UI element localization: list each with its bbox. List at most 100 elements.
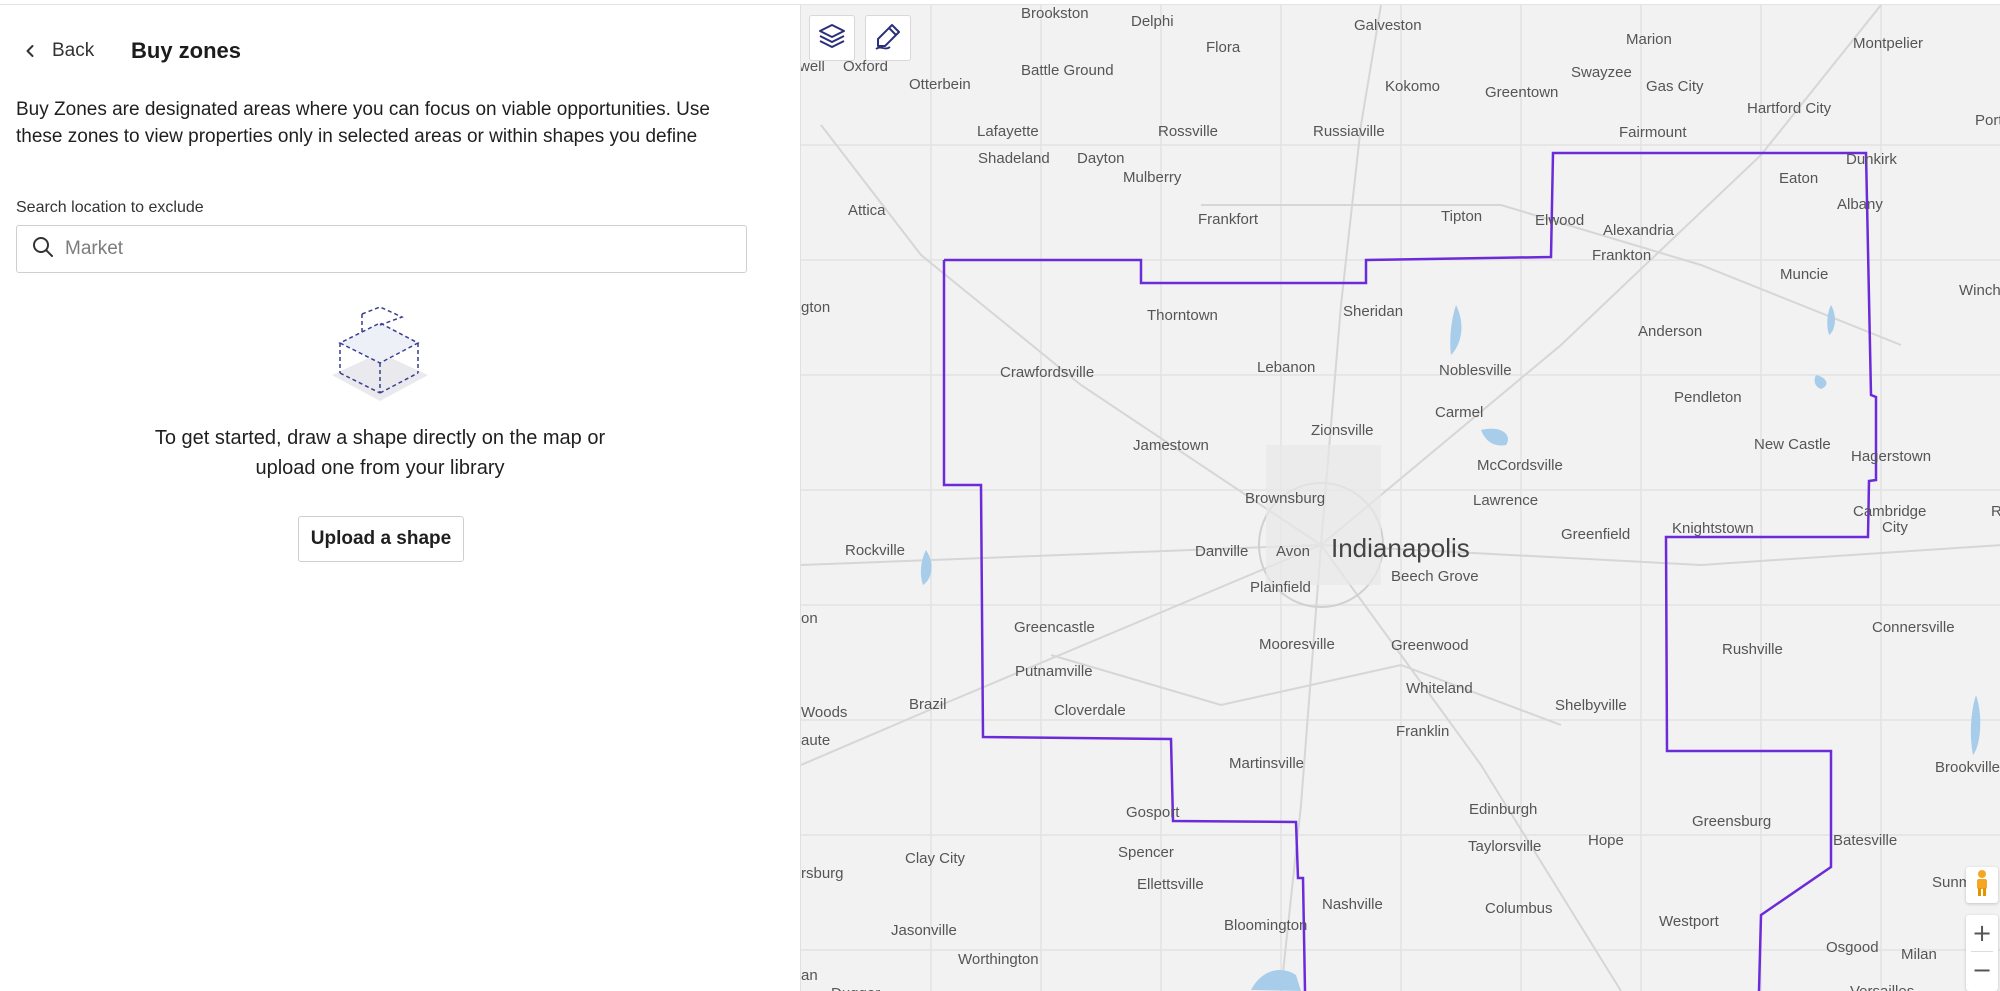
map-city-label: Dunkirk xyxy=(1846,151,1897,168)
map-city-label: Dugger xyxy=(831,985,880,991)
zoom-out-button[interactable]: − xyxy=(1966,952,1998,988)
map-city-label: Spencer xyxy=(1118,844,1174,861)
map-city-label: Fairmount xyxy=(1619,124,1687,141)
map-city-label: Hagerstown xyxy=(1851,448,1932,465)
page-title: Buy zones xyxy=(131,38,242,63)
map-city-label: on xyxy=(801,610,818,627)
map-city-label: Brazil xyxy=(909,696,947,713)
map-city-label: Franklin xyxy=(1396,723,1450,740)
map-city-label: Crawfordsville xyxy=(1000,364,1095,381)
map-city-label: R xyxy=(1991,503,2000,521)
map-city-label: Zionsville xyxy=(1311,422,1374,439)
back-button-wrap: Back xyxy=(20,33,94,69)
buy-zones-panel: Back Buy zones Buy Zones are designated … xyxy=(0,5,800,991)
map-city-label: gton xyxy=(801,299,831,316)
map-city-label: Cloverdale xyxy=(1054,702,1126,719)
map-city-label: Danville xyxy=(1195,543,1249,560)
map-city-label: Versailles xyxy=(1850,983,1914,991)
map-city-label: Tipton xyxy=(1441,208,1483,225)
empty-state-line-2: upload one from your library xyxy=(255,457,505,479)
map-city-label: Russiaville xyxy=(1313,123,1385,140)
map-city-label: Taylorsville xyxy=(1468,838,1542,855)
map-city-label: Carmel xyxy=(1435,404,1484,421)
map-city-label: Alexandria xyxy=(1603,222,1674,239)
map-city-label: Greenfield xyxy=(1561,526,1631,543)
map-city-label: Eaton xyxy=(1779,170,1819,187)
upload-shape-button[interactable]: Upload a shape xyxy=(298,516,464,562)
map-city-label: Putnamville xyxy=(1015,663,1093,680)
map-city-label: Rossville xyxy=(1158,123,1219,140)
map-city-label: Shadeland xyxy=(978,150,1050,167)
map-city-label: Noblesville xyxy=(1439,362,1512,379)
map-city-label: Woods xyxy=(801,704,848,721)
layers-button[interactable] xyxy=(809,15,855,61)
map-city-label: Osgood xyxy=(1826,939,1879,956)
map-city-label: Batesville xyxy=(1833,832,1898,849)
pegman-icon xyxy=(1973,869,1991,902)
map-city-label: Winches xyxy=(1959,282,2000,299)
description-text: Buy Zones are designated areas where you… xyxy=(16,99,710,147)
map-city-label: Beech Grove xyxy=(1391,568,1479,585)
street-view-pegman[interactable] xyxy=(1966,867,1998,903)
empty-box-illustration xyxy=(322,305,438,405)
map-canvas[interactable]: Brookston Delphi Galveston Marion Montpelier… xyxy=(800,5,2000,991)
map-city-label: Ellettsville xyxy=(1137,876,1204,893)
map-city-label: Elwood xyxy=(1535,212,1585,229)
map-city-label: Greencastle xyxy=(1014,619,1095,636)
map-city-label: Martinsville xyxy=(1229,755,1305,772)
map-city-label: Flora xyxy=(1206,39,1241,56)
map-city-label: Gas City xyxy=(1646,78,1704,95)
map-city-label: Lafayette xyxy=(977,123,1039,140)
map-city-label: rsburg xyxy=(801,865,844,882)
map-city-label: Columbus xyxy=(1485,900,1553,917)
map-city-label: Hope xyxy=(1588,832,1624,849)
map-city-label: Whiteland xyxy=(1406,680,1473,697)
map-city-label: Portla xyxy=(1975,112,2000,129)
map-city-label: Montpelier xyxy=(1853,35,1924,52)
map-city-label: Indianapolis xyxy=(1331,533,1470,563)
search-field[interactable] xyxy=(16,225,747,273)
map-city-label: Swayzee xyxy=(1571,64,1632,81)
back-button[interactable]: Back xyxy=(20,40,94,62)
map-city-label: Battle Ground xyxy=(1021,62,1114,79)
map-city-label: Westport xyxy=(1659,913,1719,930)
map-city-label: Lawrence xyxy=(1473,492,1539,509)
map-city-label: Worthington xyxy=(958,951,1039,968)
empty-state-line-1: To get started, draw a shape directly on… xyxy=(154,427,606,449)
map-city-label: Milan xyxy=(1901,946,1937,963)
map-city-label: Otterbein xyxy=(909,76,971,93)
map-city-label: Muncie xyxy=(1780,266,1829,283)
map-city-label: Mulberry xyxy=(1123,169,1182,186)
map-city-label: Lebanon xyxy=(1257,359,1316,376)
map-city-label: Marion xyxy=(1626,31,1672,48)
map-city-label: Hartford City xyxy=(1747,100,1832,117)
map-city-label: Bloomington xyxy=(1224,917,1308,934)
search-input[interactable] xyxy=(65,238,705,260)
map-city-label: Clay City xyxy=(905,850,966,867)
map-city-label: Connersville xyxy=(1872,619,1955,636)
map-city-label: Albany xyxy=(1837,196,1883,213)
draw-shape-button[interactable] xyxy=(865,15,911,61)
pen-draw-icon xyxy=(873,21,903,56)
map-city-label: Frankton xyxy=(1592,247,1652,264)
map-city-label: Kokomo xyxy=(1385,78,1441,95)
map-city-label: Greentown xyxy=(1485,84,1559,101)
map-city-label: aute xyxy=(801,732,831,749)
map-city-label: New Castle xyxy=(1754,436,1831,453)
map-city-label: Thorntown xyxy=(1147,307,1218,324)
map-city-label: Plainfield xyxy=(1250,579,1311,596)
map-city-label: an xyxy=(801,967,818,984)
zoom-control: + − xyxy=(1966,915,1998,991)
zoom-in-button[interactable]: + xyxy=(1966,915,1998,951)
map-city-label: Knightstown xyxy=(1672,520,1754,537)
map-city-label: Sheridan xyxy=(1343,303,1404,320)
map-city-label: Delphi xyxy=(1131,13,1174,30)
map-city-label: Edinburgh xyxy=(1469,801,1538,818)
map-city-label: Avon xyxy=(1276,543,1310,560)
map-city-label: McCordsville xyxy=(1477,457,1563,474)
map-city-label: Greensburg xyxy=(1692,813,1772,830)
map-city-label: Gosport xyxy=(1126,804,1180,821)
map-city-label: Pendleton xyxy=(1674,389,1742,406)
map-city-label: Brownsburg xyxy=(1245,490,1326,507)
chevron-left-icon xyxy=(20,41,40,61)
